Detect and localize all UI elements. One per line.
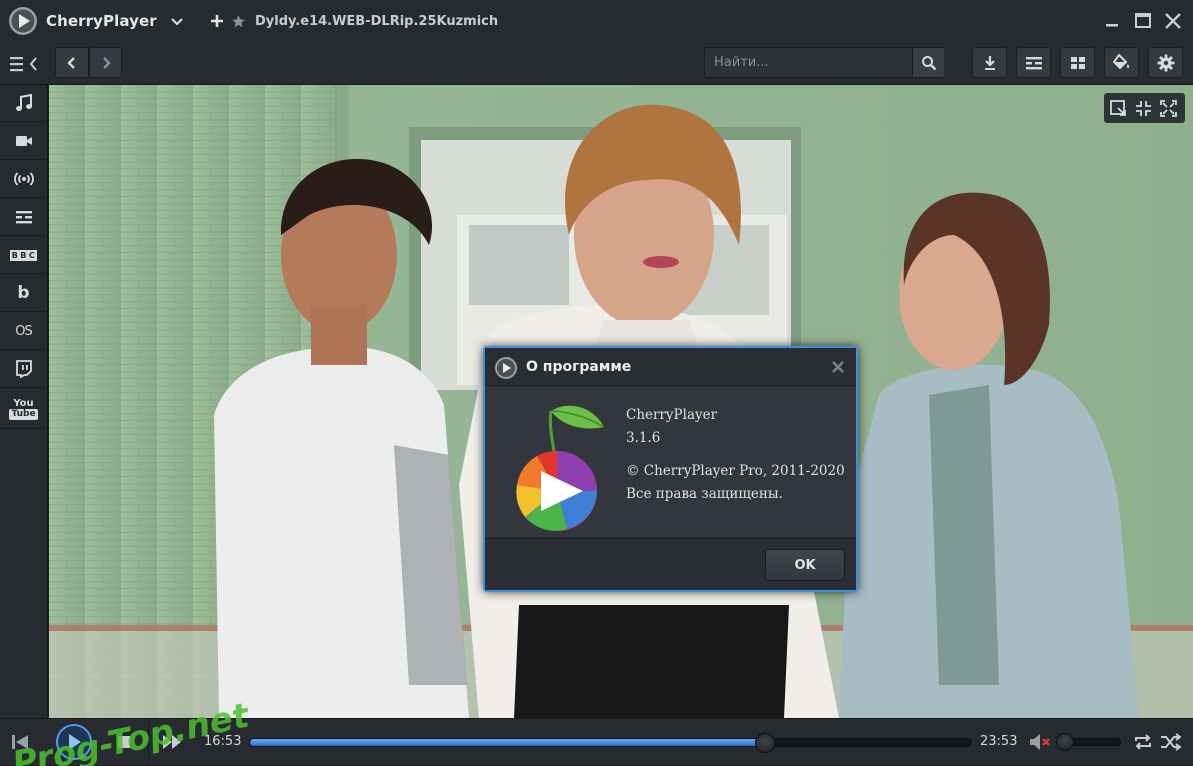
- sidebar: BBC b OS You Tube: [0, 85, 48, 718]
- sidebar-item-music[interactable]: [0, 85, 47, 122]
- sidebar-item-lastfm[interactable]: OS: [0, 313, 47, 350]
- search-box: [704, 47, 944, 78]
- ok-button[interactable]: OK: [765, 549, 845, 581]
- toolbar: [0, 42, 1193, 85]
- settings-button[interactable]: [1148, 47, 1183, 78]
- youtube-icon: You Tube: [9, 397, 38, 420]
- product-name: CherryPlayer: [626, 407, 718, 423]
- video-overlay-controls: [1104, 93, 1185, 123]
- b-icon: b: [17, 283, 30, 303]
- exit-fullscreen-icon[interactable]: [1135, 100, 1152, 117]
- sidebar-item-video[interactable]: [0, 123, 47, 160]
- chevron-left-icon: [67, 56, 75, 69]
- lastfm-icon: OS: [15, 323, 33, 339]
- elapsed-time: 16:53: [204, 734, 242, 749]
- maximize-icon[interactable]: [1133, 11, 1153, 31]
- muted-speaker-icon[interactable]: [1028, 733, 1052, 751]
- paint-bucket-icon: [1112, 53, 1129, 69]
- separator: [148, 719, 149, 766]
- tv-guide-icon: [15, 211, 32, 224]
- about-dialog: О программе CherryPlayer 3.1.6 © CherryP…: [483, 346, 858, 592]
- sidebar-item-youtube[interactable]: You Tube: [0, 389, 47, 429]
- dialog-title: О программе: [526, 359, 632, 375]
- forward-button[interactable]: [89, 47, 122, 78]
- picture-in-picture-icon[interactable]: [1110, 100, 1127, 117]
- sidebar-item-bandcamp[interactable]: b: [0, 275, 47, 312]
- volume-slider[interactable]: [1056, 733, 1121, 751]
- dialog-body: CherryPlayer 3.1.6 © CherryPlayer Pro, 2…: [485, 387, 856, 537]
- bbc-icon: BBC: [9, 249, 38, 261]
- dialog-footer: OK: [485, 538, 856, 590]
- radio-broadcast-icon: [13, 172, 34, 186]
- tab-strip: Dyldy.e14.WEB-DLRip.25Kuzmich: [197, 0, 498, 42]
- music-note-icon: [15, 94, 32, 111]
- next-icon[interactable]: [161, 733, 185, 751]
- grid-layout-icon: [1070, 56, 1085, 69]
- previous-icon[interactable]: [9, 731, 31, 753]
- play-button[interactable]: [56, 724, 92, 760]
- volume-handle[interactable]: [1056, 733, 1074, 751]
- dialog-title-bar: О программе: [485, 348, 856, 386]
- seek-bar[interactable]: [249, 733, 972, 753]
- gear-icon: [1157, 54, 1174, 71]
- back-button[interactable]: [55, 47, 89, 78]
- tab-title[interactable]: Dyldy.e14.WEB-DLRip.25Kuzmich: [255, 14, 498, 29]
- app-title: CherryPlayer: [46, 12, 157, 30]
- skin-button[interactable]: [1104, 47, 1139, 78]
- sidebar-item-tv[interactable]: [0, 199, 47, 236]
- cherryplayer-logo-icon: [9, 7, 37, 35]
- app-menu-button[interactable]: CherryPlayer: [0, 0, 196, 42]
- play-icon: [69, 734, 81, 750]
- layout-button[interactable]: [1060, 47, 1095, 78]
- sidebar-item-twitch[interactable]: [0, 351, 47, 388]
- video-camera-icon: [15, 136, 32, 146]
- playlist-icon: [1025, 56, 1042, 69]
- playback-bar: 16:53 23:53: [0, 718, 1193, 766]
- rights-text: Все права защищены.: [626, 486, 783, 502]
- cherryplayer-logo-icon: [495, 357, 517, 379]
- download-icon: [984, 55, 995, 70]
- sidebar-item-bbc[interactable]: BBC: [0, 237, 47, 274]
- fullscreen-icon[interactable]: [1160, 100, 1177, 117]
- stop-icon[interactable]: [117, 735, 131, 749]
- minimize-icon[interactable]: [1102, 11, 1122, 31]
- sidebar-toggle-icon[interactable]: [6, 54, 44, 74]
- chevron-right-icon: [102, 56, 111, 69]
- search-input[interactable]: [705, 48, 911, 77]
- cherry-logo-icon: [516, 405, 605, 531]
- copyright-text: © CherryPlayer Pro, 2011-2020: [626, 463, 845, 479]
- download-button[interactable]: [972, 47, 1007, 78]
- search-icon: [921, 55, 936, 70]
- playlist-button[interactable]: [1016, 47, 1051, 78]
- sidebar-item-radio[interactable]: [0, 161, 47, 198]
- chevron-down-icon[interactable]: [168, 12, 186, 30]
- close-icon[interactable]: [1163, 11, 1183, 31]
- total-time: 23:53: [980, 734, 1018, 749]
- star-icon[interactable]: [231, 14, 246, 29]
- repeat-icon[interactable]: [1133, 732, 1153, 752]
- title-bar: CherryPlayer Dyldy.e14.WEB-DLRip.25Kuzmi…: [0, 0, 1193, 42]
- add-tab-icon[interactable]: [209, 13, 225, 29]
- close-icon[interactable]: [831, 360, 845, 374]
- product-version: 3.1.6: [626, 430, 661, 446]
- shuffle-icon[interactable]: [1160, 732, 1182, 752]
- twitch-icon: [16, 360, 32, 378]
- seek-bar-progress: [250, 739, 766, 746]
- seek-handle[interactable]: [755, 733, 776, 753]
- search-button[interactable]: [912, 48, 944, 77]
